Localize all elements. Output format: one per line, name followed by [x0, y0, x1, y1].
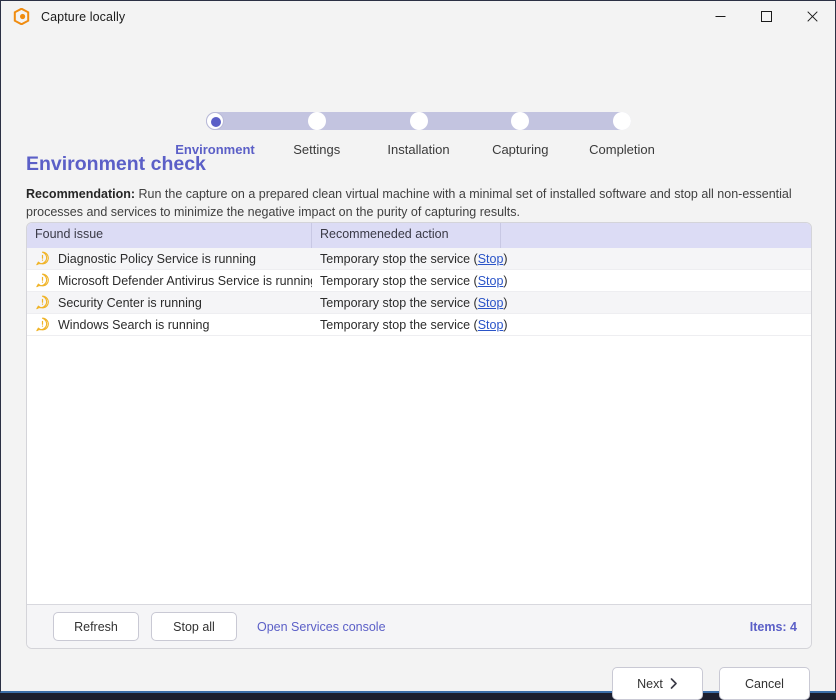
refresh-button[interactable]: Refresh: [53, 612, 139, 641]
stepper-label-capturing[interactable]: Capturing: [492, 142, 548, 157]
found-issue-text: Microsoft Defender Antivirus Service is …: [58, 273, 312, 288]
table-row[interactable]: Security Center is running Temporary stop…: [27, 292, 811, 314]
warning-icon: [36, 273, 49, 288]
title-bar: Capture locally: [1, 1, 835, 32]
items-count-label: Items: 4: [749, 619, 797, 634]
action-text: Temporary stop the service (: [320, 295, 478, 310]
maximize-button[interactable]: [743, 1, 789, 32]
window-title: Capture locally: [41, 9, 126, 24]
open-services-console-link[interactable]: Open Services console: [257, 620, 386, 634]
stop-service-link[interactable]: Stop: [478, 318, 504, 332]
action-text: Temporary stop the service (: [320, 317, 478, 332]
action-text: Temporary stop the service (: [320, 251, 478, 266]
app-logo-icon: [13, 8, 30, 25]
maximize-icon: [760, 11, 772, 22]
cancel-button[interactable]: Cancel: [719, 667, 810, 700]
cell-found-issue: Microsoft Defender Antivirus Service is …: [27, 273, 312, 288]
table-row[interactable]: Windows Search is running Temporary stop …: [27, 314, 811, 336]
table-header-row: Found issue Recommeneded action: [27, 223, 811, 248]
cell-found-issue: Windows Search is running: [27, 317, 312, 332]
application-window: Capture locally Environment Settings Ins…: [0, 0, 836, 700]
page-title: Environment check: [26, 153, 206, 175]
action-text-end: ): [503, 317, 508, 332]
cell-recommended-action: Temporary stop the service (Stop): [312, 318, 811, 332]
wizard-stepper: Environment Settings Installation Capturing…: [1, 58, 835, 157]
found-issue-text: Security Center is running: [58, 295, 202, 310]
action-text: Temporary stop the service (: [320, 273, 478, 288]
column-header-recommended-action[interactable]: Recommeneded action: [312, 223, 501, 248]
stepper-dot-installation[interactable]: [409, 112, 428, 130]
table-row[interactable]: Diagnostic Policy Service is running Temp…: [27, 248, 811, 270]
stop-all-button[interactable]: Stop all: [151, 612, 237, 641]
minimize-icon: [715, 16, 725, 17]
cell-recommended-action: Temporary stop the service (Stop): [312, 296, 811, 310]
warning-icon: [36, 295, 49, 310]
stop-service-link[interactable]: Stop: [478, 252, 504, 266]
minimize-button[interactable]: [697, 1, 743, 32]
stepper-label-completion[interactable]: Completion: [589, 142, 655, 157]
next-button[interactable]: Next: [612, 667, 703, 700]
issues-table-body: Diagnostic Policy Service is running Temp…: [27, 248, 811, 604]
stepper-label-settings[interactable]: Settings: [293, 142, 340, 157]
found-issue-text: Diagnostic Policy Service is running: [58, 251, 257, 266]
warning-icon: [36, 317, 49, 332]
close-button[interactable]: [789, 1, 835, 32]
action-text-end: ): [503, 295, 508, 310]
wizard-footer: Next Cancel: [612, 667, 810, 700]
panel-footer: Refresh Stop all Open Services console I…: [27, 604, 811, 648]
window-content: Environment Settings Installation Capturing…: [1, 32, 835, 700]
recommendation-label: Recommendation:: [26, 187, 136, 201]
action-text-end: ): [503, 273, 508, 288]
cell-recommended-action: Temporary stop the service (Stop): [312, 252, 811, 266]
stepper-dot-environment[interactable]: [206, 112, 224, 130]
stepper-dot-settings[interactable]: [307, 112, 326, 130]
recommendation-body: Run the capture on a prepared clean virt…: [26, 187, 792, 219]
cell-found-issue: Diagnostic Policy Service is running: [27, 251, 312, 266]
cell-recommended-action: Temporary stop the service (Stop): [312, 274, 811, 288]
warning-icon: [36, 251, 49, 266]
action-text-end: ): [503, 251, 508, 266]
column-header-found-issue[interactable]: Found issue: [27, 223, 312, 248]
next-button-label: Next: [637, 676, 663, 691]
cell-found-issue: Security Center is running: [27, 295, 312, 310]
issues-panel: Found issue Recommeneded action Diagnost…: [26, 222, 812, 649]
recommendation-text: Recommendation: Run the capture on a pre…: [26, 185, 812, 221]
chevron-right-icon: [670, 678, 677, 689]
stepper-label-installation[interactable]: Installation: [387, 142, 449, 157]
window-controls: [697, 1, 835, 32]
stepper-dot-completion[interactable]: [613, 112, 631, 130]
column-header-spacer[interactable]: [501, 223, 811, 248]
stop-service-link[interactable]: Stop: [478, 274, 504, 288]
table-row[interactable]: Microsoft Defender Antivirus Service is …: [27, 270, 811, 292]
close-icon: [806, 11, 818, 22]
found-issue-text: Windows Search is running: [58, 317, 210, 332]
stop-service-link[interactable]: Stop: [478, 296, 504, 310]
